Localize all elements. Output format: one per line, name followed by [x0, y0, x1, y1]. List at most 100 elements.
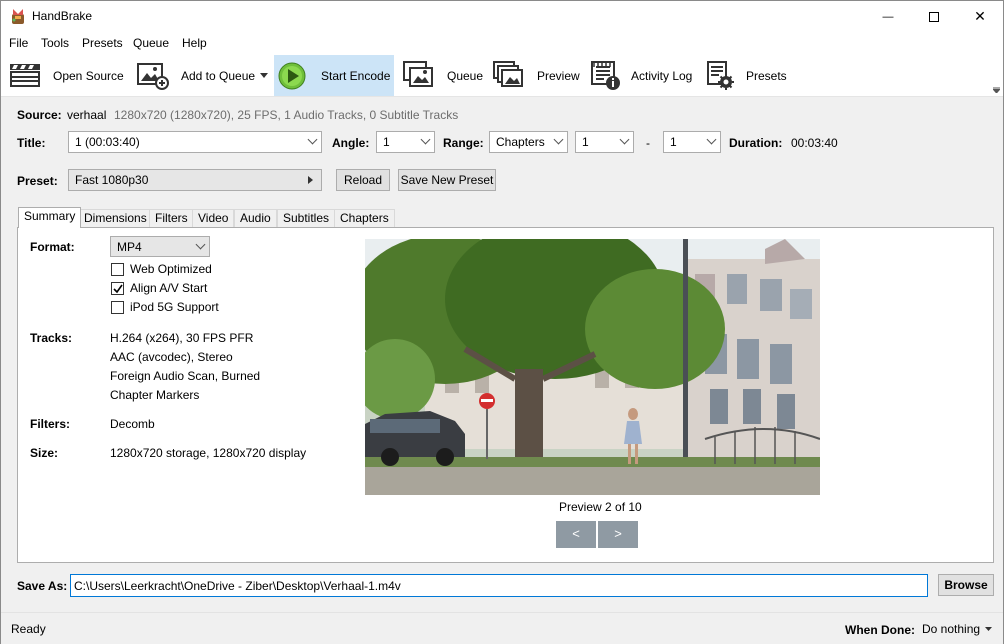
- preview-caption: Preview 2 of 10: [559, 500, 642, 514]
- range-separator: -: [646, 136, 650, 150]
- activity-log-icon: [591, 61, 620, 90]
- when-done-value: Do nothing: [922, 622, 981, 636]
- filters-label: Filters:: [30, 417, 71, 431]
- title-bar: HandBrake — ✕: [1, 1, 1003, 32]
- duration-value: 00:03:40: [791, 136, 838, 150]
- source-label: Source:: [17, 108, 62, 122]
- close-icon: ✕: [974, 8, 986, 24]
- chevron-down-icon[interactable]: [260, 73, 268, 78]
- format-select[interactable]: MP4: [110, 236, 210, 257]
- clapperboard-icon: [10, 64, 40, 87]
- save-as-label: Save As:: [17, 579, 68, 593]
- tracks-label: Tracks:: [30, 331, 73, 345]
- tab-filters[interactable]: Filters: [149, 209, 194, 227]
- preview-next-button[interactable]: >: [598, 521, 638, 548]
- save-as-path-input[interactable]: C:\Users\Leerkracht\OneDrive - Ziber\Des…: [70, 574, 928, 597]
- title-label: Title:: [17, 136, 46, 150]
- track-video: H.264 (x264), 30 FPS PFR: [110, 331, 254, 345]
- chevron-right-icon: >: [614, 526, 622, 541]
- maximize-icon: [929, 11, 939, 22]
- menu-help[interactable]: Help: [182, 36, 207, 50]
- play-icon: [278, 62, 306, 90]
- range-end-select[interactable]: 1: [663, 131, 721, 153]
- chevron-down-icon: [307, 134, 318, 145]
- main-toolbar: Open Source Add to Queue Start Encode Qu…: [1, 54, 1003, 97]
- status-bar: Ready When Done: Do nothing: [1, 612, 1003, 644]
- range-type-select[interactable]: Chapters: [489, 131, 568, 153]
- preview-image: [365, 239, 820, 495]
- add-to-queue-label: Add to Queue: [181, 69, 256, 83]
- activity-log-label: Activity Log: [631, 69, 693, 83]
- tab-chapters[interactable]: Chapters: [334, 209, 395, 227]
- chevron-down-icon: [553, 134, 564, 145]
- chevron-down-icon: [619, 134, 630, 145]
- close-window-button[interactable]: ✕: [957, 1, 1003, 32]
- presets-button[interactable]: Presets: [705, 57, 789, 94]
- ipod-support-label: iPod 5G Support: [130, 300, 219, 314]
- menu-presets[interactable]: Presets: [82, 36, 123, 50]
- maximize-button[interactable]: [911, 1, 957, 32]
- web-optimized-label: Web Optimized: [130, 262, 212, 276]
- tab-summary[interactable]: Summary: [18, 207, 82, 228]
- range-label: Range:: [443, 136, 484, 150]
- browse-button[interactable]: Browse: [938, 574, 994, 596]
- queue-label: Queue: [447, 69, 484, 83]
- start-encode-label: Start Encode: [321, 69, 391, 83]
- presets-settings-icon: [707, 61, 734, 90]
- queue-button[interactable]: Queue: [401, 57, 485, 94]
- menu-bar: File Tools Presets Queue Help: [1, 32, 1003, 54]
- tab-dimensions[interactable]: Dimensions: [78, 209, 153, 227]
- open-source-label: Open Source: [53, 69, 124, 83]
- presets-label: Presets: [746, 69, 787, 83]
- tab-video[interactable]: Video: [192, 209, 235, 227]
- tab-audio[interactable]: Audio: [234, 209, 277, 227]
- preview-prev-button[interactable]: <: [556, 521, 596, 548]
- ipod-support-checkbox[interactable]: [111, 301, 124, 314]
- range-type-value: Chapters: [496, 135, 545, 149]
- chevron-down-icon: [195, 239, 206, 250]
- preset-selector[interactable]: Fast 1080p30: [68, 169, 322, 191]
- filters-value: Decomb: [110, 417, 155, 431]
- activity-log-button[interactable]: Activity Log: [589, 57, 697, 94]
- start-encode-button[interactable]: Start Encode: [274, 55, 394, 96]
- title-select[interactable]: 1 (00:03:40): [68, 131, 322, 153]
- format-value: MP4: [117, 240, 142, 254]
- range-end-value: 1: [670, 135, 677, 149]
- window-title: HandBrake: [32, 9, 93, 23]
- preview-button[interactable]: Preview: [491, 57, 581, 94]
- menu-tools[interactable]: Tools: [41, 36, 69, 50]
- track-chapters: Chapter Markers: [110, 388, 200, 402]
- web-optimized-checkbox[interactable]: [111, 263, 124, 276]
- chevron-left-icon: <: [572, 526, 580, 541]
- format-label: Format:: [30, 240, 75, 254]
- when-done-select[interactable]: Do nothing: [922, 622, 996, 638]
- handbrake-logo-icon: [12, 9, 24, 24]
- track-subtitle: Foreign Audio Scan, Burned: [110, 369, 261, 383]
- size-value: 1280x720 storage, 1280x720 display: [110, 446, 307, 460]
- size-label: Size:: [30, 446, 59, 460]
- handbrake-window: HandBrake — ✕ File Tools Presets Queue H…: [0, 0, 1004, 644]
- title-select-value: 1 (00:03:40): [75, 135, 140, 149]
- range-start-select[interactable]: 1: [575, 131, 634, 153]
- range-start-value: 1: [582, 135, 589, 149]
- menu-file[interactable]: File: [9, 36, 28, 50]
- angle-select-value: 1: [383, 135, 390, 149]
- minimize-button[interactable]: —: [865, 1, 911, 32]
- check-icon: [113, 284, 123, 294]
- align-av-checkbox[interactable]: [111, 282, 124, 295]
- status-text: Ready: [11, 622, 46, 636]
- source-info: 1280x720 (1280x720), 25 FPS, 1 Audio Tra…: [114, 108, 459, 122]
- preview-images-icon: [493, 61, 523, 87]
- source-name: verhaal: [67, 108, 107, 122]
- open-source-button[interactable]: Open Source: [7, 57, 125, 94]
- reload-button[interactable]: Reload: [336, 169, 390, 191]
- chevron-right-icon: [308, 176, 313, 184]
- chevron-down-icon: [420, 134, 431, 145]
- toolbar-overflow-icon[interactable]: [993, 87, 1000, 93]
- tab-subtitles[interactable]: Subtitles: [277, 209, 336, 227]
- menu-queue[interactable]: Queue: [133, 36, 169, 50]
- angle-select[interactable]: 1: [376, 131, 435, 153]
- queue-images-icon: [403, 61, 433, 87]
- add-to-queue-button[interactable]: Add to Queue: [135, 57, 271, 94]
- save-new-preset-button[interactable]: Save New Preset: [398, 169, 496, 191]
